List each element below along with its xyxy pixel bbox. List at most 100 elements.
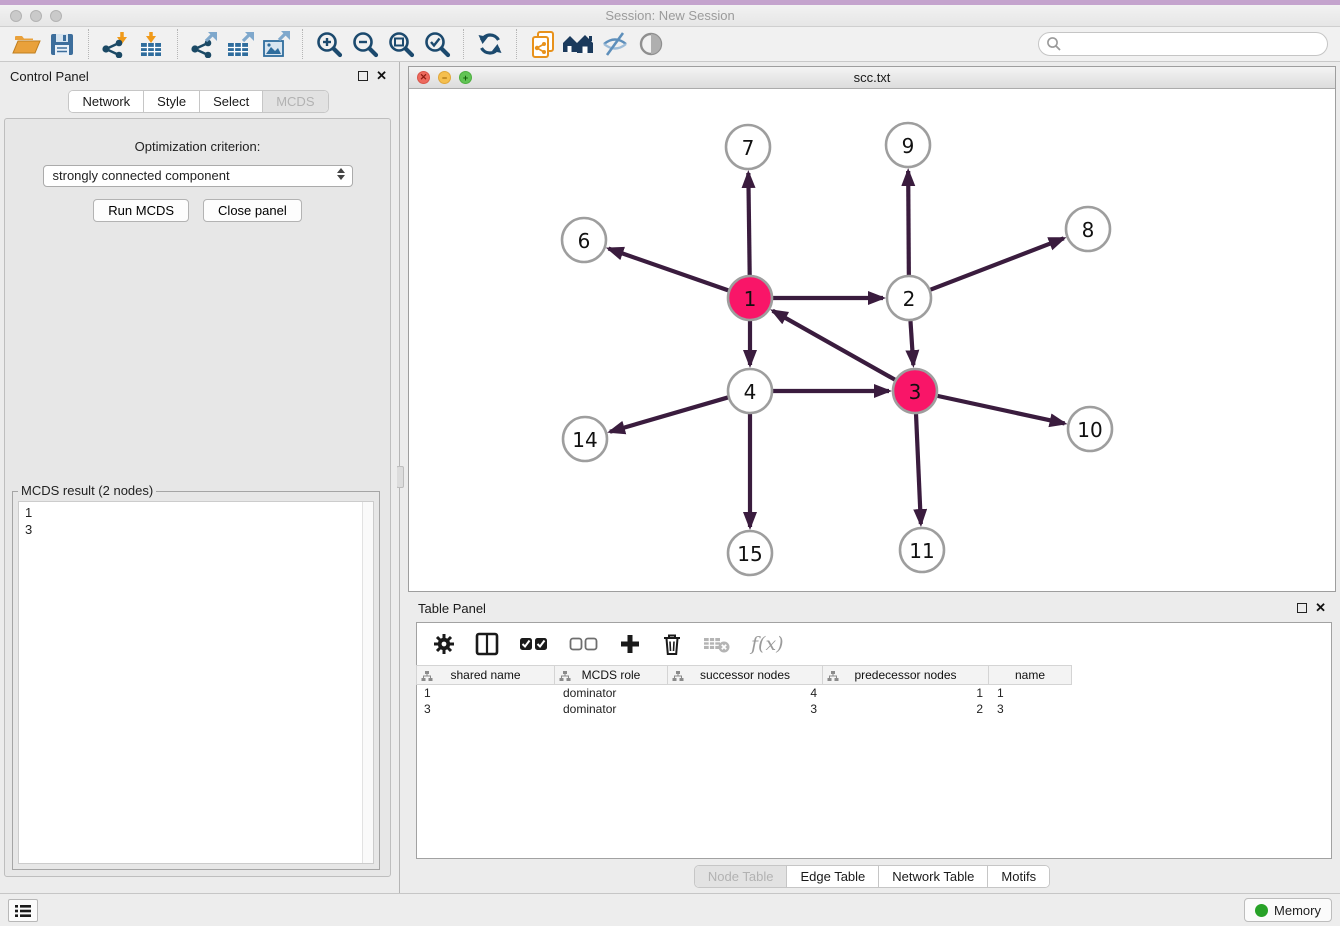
table-float-icon[interactable] [1297, 603, 1307, 613]
graph-edge-4-14[interactable] [610, 397, 728, 431]
close-panel-icon[interactable]: ✕ [376, 71, 387, 81]
table-cell[interactable]: 3 [417, 701, 556, 717]
table-cell[interactable]: 1 [417, 685, 556, 701]
delete-column-trash-icon[interactable] [661, 632, 683, 656]
table-cell[interactable]: 1 [824, 685, 990, 701]
tab-edge-table[interactable]: Edge Table [787, 866, 879, 887]
import-network-icon[interactable] [97, 29, 133, 60]
search-icon [1046, 36, 1062, 55]
import-table-icon[interactable] [133, 29, 169, 60]
table-cell[interactable]: dominator [556, 685, 669, 701]
tab-network[interactable]: Network [69, 91, 144, 112]
table-cell[interactable]: 3 [669, 701, 824, 717]
column-header-successor-nodes[interactable]: successor nodes [667, 665, 823, 685]
graph-node-label-9: 9 [902, 134, 915, 158]
create-column-icon[interactable] [619, 633, 641, 655]
export-network-icon[interactable] [186, 29, 222, 60]
memory-label: Memory [1274, 903, 1321, 918]
function-builder-icon: f(x) [751, 633, 784, 655]
tab-mcds[interactable]: MCDS [263, 91, 327, 112]
table-row[interactable]: 1dominator411 [417, 685, 1331, 701]
table-toolbar: f(x) [417, 623, 1331, 665]
control-panel-title: Control Panel [10, 69, 89, 84]
zoom-selected-icon[interactable] [419, 29, 455, 60]
tab-node-table[interactable]: Node Table [695, 866, 788, 887]
table-cell[interactable]: 3 [990, 701, 1073, 717]
column-header-predecessor-nodes[interactable]: predecessor nodes [822, 665, 989, 685]
graph-edge-1-7[interactable] [748, 173, 749, 275]
tab-motifs[interactable]: Motifs [988, 866, 1049, 887]
graph-edge-2-9[interactable] [908, 171, 909, 275]
column-header-MCDS-role[interactable]: MCDS role [554, 665, 668, 685]
toolbar-separator [177, 29, 178, 59]
toolbar-separator [463, 29, 464, 59]
main-toolbar [0, 27, 1340, 62]
graph-node-label-11: 11 [909, 539, 934, 563]
graph-edge-3-10[interactable] [937, 396, 1064, 424]
run-mcds-button[interactable]: Run MCDS [93, 199, 189, 222]
tab-select[interactable]: Select [200, 91, 263, 112]
export-table-icon[interactable] [222, 29, 258, 60]
mcds-panel: Optimization criterion: strongly connect… [4, 118, 391, 877]
column-header-shared-name[interactable]: shared name [416, 665, 555, 685]
deselect-all-icon[interactable] [569, 636, 599, 652]
memory-status-icon [1255, 904, 1268, 917]
zoom-out-icon[interactable] [347, 29, 383, 60]
zoom-in-icon[interactable] [311, 29, 347, 60]
table-cell[interactable]: 4 [669, 685, 824, 701]
graph-edge-3-1[interactable] [773, 311, 895, 380]
network-title: scc.txt [409, 70, 1335, 85]
table-settings-gear-icon[interactable] [433, 633, 455, 655]
select-all-icon[interactable] [519, 636, 549, 652]
zoom-fit-icon[interactable] [383, 29, 419, 60]
graph-edge-2-8[interactable] [930, 238, 1063, 289]
mcds-result-title: MCDS result (2 nodes) [18, 483, 156, 498]
table-cell[interactable]: 2 [824, 701, 990, 717]
column-header-name[interactable]: name [988, 665, 1072, 685]
apply-layout-icon[interactable] [472, 29, 508, 60]
network-titlebar[interactable]: ✕ − + scc.txt [409, 67, 1335, 89]
memory-button[interactable]: Memory [1244, 898, 1332, 922]
graph-node-label-4: 4 [744, 380, 757, 404]
node-table-header[interactable]: shared nameMCDS rolesuccessor nodesprede… [417, 665, 1331, 685]
result-scrollbar[interactable] [362, 502, 373, 863]
combo-stepper-icon [337, 168, 345, 180]
splitter-handle[interactable] [396, 466, 404, 488]
graph-edge-3-11[interactable] [916, 414, 921, 524]
graph-node-label-1: 1 [744, 287, 757, 311]
column-browser-icon[interactable] [475, 632, 499, 656]
first-neighbors-icon[interactable] [561, 29, 597, 60]
mcds-result-textarea[interactable]: 13 [18, 501, 374, 864]
console-button[interactable] [8, 899, 38, 922]
table-cell[interactable]: 1 [990, 685, 1073, 701]
open-session-icon[interactable] [8, 29, 44, 60]
delete-table-icon [703, 633, 731, 655]
hide-selected-icon[interactable] [597, 29, 633, 60]
search-input[interactable] [1038, 32, 1328, 56]
export-image-icon[interactable] [258, 29, 294, 60]
table-cell[interactable]: dominator [556, 701, 669, 717]
tab-style[interactable]: Style [144, 91, 200, 112]
graph-node-label-7: 7 [742, 136, 755, 160]
node-table-container: f(x) shared nameMCDS rolesuccessor nodes… [416, 622, 1332, 859]
close-panel-button[interactable]: Close panel [203, 199, 302, 222]
show-graphics-details-icon[interactable] [633, 29, 669, 60]
graph-node-label-3: 3 [909, 380, 922, 404]
graph-edge-2-3[interactable] [910, 321, 913, 365]
network-canvas[interactable]: 7968124314101511 [409, 89, 1335, 591]
criterion-select[interactable]: strongly connected component [43, 165, 353, 187]
table-row[interactable]: 3dominator323 [417, 701, 1331, 717]
graph-edge-1-6[interactable] [609, 249, 729, 291]
network-window: ✕ − + scc.txt 7968124314101511 [408, 66, 1336, 592]
clone-network-icon[interactable] [525, 29, 561, 60]
float-panel-icon[interactable] [358, 71, 368, 81]
toolbar-separator [88, 29, 89, 59]
graph-svg: 7968124314101511 [409, 89, 1335, 591]
table-close-icon[interactable]: ✕ [1315, 603, 1326, 613]
node-table-body: 1dominator4113dominator323 [417, 685, 1331, 717]
toolbar-separator [302, 29, 303, 59]
table-panel-title: Table Panel [418, 601, 486, 616]
tab-network-table[interactable]: Network Table [879, 866, 988, 887]
status-bar: Memory [0, 893, 1340, 926]
save-session-icon[interactable] [44, 29, 80, 60]
